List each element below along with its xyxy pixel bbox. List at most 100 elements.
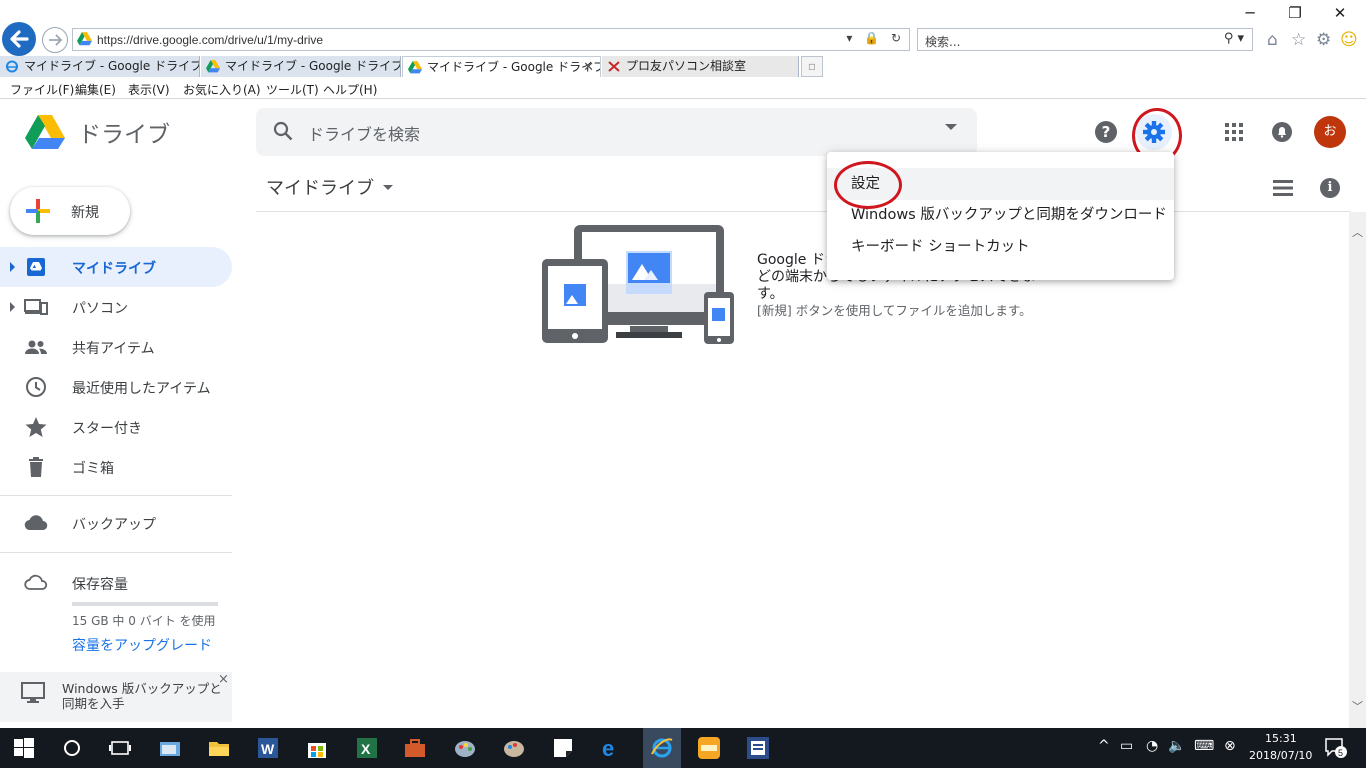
explorer-folder-blue-icon[interactable]	[158, 736, 182, 760]
menu-item-keyboard-shortcuts[interactable]: キーボード ショートカット	[827, 231, 1174, 263]
plus-icon	[26, 199, 50, 223]
nav-my-drive[interactable]: マイドライブ	[0, 247, 232, 287]
clock-time[interactable]: 15:31	[1265, 732, 1297, 745]
menu-view[interactable]: 表示(V)	[128, 81, 170, 98]
nav-trash[interactable]: ゴミ箱	[0, 447, 232, 487]
cross-favicon-icon	[608, 61, 620, 72]
nav-recent[interactable]: 最近使用したアイテム	[0, 367, 232, 407]
app-yellow-icon[interactable]	[697, 736, 721, 760]
promo-close-icon[interactable]: ×	[218, 672, 229, 687]
nav-starred-label: スター付き	[72, 421, 142, 437]
browser-search-placeholder: 検索...	[925, 35, 961, 49]
home-icon[interactable]: ⌂	[1267, 30, 1278, 50]
svg-text:W: W	[261, 741, 275, 757]
minimize-button[interactable]: ─	[1228, 4, 1272, 24]
paint-palette-icon[interactable]	[502, 736, 526, 760]
search-icon[interactable]: ⚲ ▾	[1224, 31, 1244, 46]
address-bar[interactable]: https://drive.google.com/drive/u/1/my-dr…	[72, 28, 910, 51]
tab-4[interactable]: プロ友パソコン相談室	[602, 56, 799, 77]
menu-bar: ファイル(F) 編集(E) 表示(V) お気に入り(A) ツール(T) ヘルプ(…	[0, 79, 1366, 99]
tab-1[interactable]: マイドライブ - Google ドライブ	[0, 56, 200, 77]
menu-tools[interactable]: ツール(T)	[266, 81, 319, 98]
app-title[interactable]: ドライブ	[78, 115, 170, 149]
close-window-button[interactable]: ✕	[1318, 4, 1362, 24]
battery-icon[interactable]: ▭	[1120, 738, 1133, 754]
upgrade-storage-link[interactable]: 容量をアップグレード	[72, 635, 212, 655]
task-view-icon[interactable]	[108, 736, 132, 760]
nav-computers[interactable]: パソコン	[0, 287, 232, 327]
google-drive-logo-icon[interactable]	[25, 114, 65, 150]
new-button[interactable]: 新規	[10, 187, 130, 235]
forward-button[interactable]	[42, 27, 68, 53]
backup-cloud-icon	[24, 515, 48, 531]
help-icon[interactable]: ?	[1095, 121, 1117, 143]
toolbox-icon[interactable]	[403, 736, 427, 760]
smiley-feedback-icon[interactable]: ☺	[1340, 30, 1358, 50]
nav-divider	[0, 552, 232, 553]
tools-gear-icon[interactable]: ⚙	[1316, 30, 1331, 50]
new-button-label: 新規	[71, 205, 99, 221]
account-avatar[interactable]: お	[1314, 116, 1346, 148]
restore-button[interactable]: ❐	[1273, 4, 1317, 24]
browser-search-box[interactable]: 検索... ⚲ ▾	[917, 28, 1253, 51]
tab-close-icon[interactable]: ✕	[583, 57, 594, 77]
cortana-search-icon[interactable]	[60, 736, 84, 760]
word-icon[interactable]: W	[256, 736, 280, 760]
store-bag-icon[interactable]	[305, 736, 329, 760]
notifications-bell-icon[interactable]	[1272, 121, 1292, 143]
drive-search-bar[interactable]: ドライブを検索	[256, 108, 977, 156]
nav-shared[interactable]: 共有アイテム	[0, 327, 232, 367]
sticky-notes-icon[interactable]	[551, 736, 575, 760]
backup-promo-card[interactable]: Windows 版バックアップと同期を入手 ×	[0, 672, 232, 722]
tray-chevron-icon[interactable]: ^	[1098, 738, 1110, 754]
nav-backup[interactable]: バックアップ	[0, 503, 232, 543]
scroll-down-icon[interactable]: ﹀	[1352, 698, 1363, 714]
nav-trash-label: ゴミ箱	[72, 461, 114, 477]
back-button[interactable]	[2, 22, 36, 56]
tab-3-active[interactable]: マイドライブ - Google ドライブ ✕	[402, 56, 601, 77]
list-view-icon[interactable]	[1273, 180, 1293, 196]
nav-starred[interactable]: スター付き	[0, 407, 232, 447]
tab-2[interactable]: マイドライブ - Google ドライブ	[201, 56, 401, 77]
ie-taskbar-active[interactable]	[643, 728, 681, 768]
google-drive-favicon-icon	[408, 61, 422, 74]
clock-date[interactable]: 2018/07/10	[1249, 749, 1312, 762]
menu-file[interactable]: ファイル(F)	[10, 81, 74, 98]
file-explorer-icon[interactable]	[207, 736, 231, 760]
wifi-icon[interactable]: ◔	[1146, 738, 1158, 754]
search-options-dropdown-icon[interactable]	[945, 124, 957, 130]
drive-search-placeholder: ドライブを検索	[308, 125, 421, 144]
menu-help[interactable]: ヘルプ(H)	[323, 81, 377, 98]
breadcrumb-my-drive[interactable]: マイドライブ	[266, 174, 374, 200]
expand-caret-icon[interactable]	[10, 302, 15, 312]
address-bar-icons[interactable]: ▾ 🔒 ↻	[846, 31, 905, 45]
menu-favorites[interactable]: お気に入り(A)	[183, 81, 261, 98]
nav-storage[interactable]: 保存容量	[0, 563, 232, 603]
favorites-star-icon[interactable]: ☆	[1291, 30, 1306, 50]
expand-caret-icon[interactable]	[10, 262, 15, 272]
ime-off-icon[interactable]: ⊗	[1224, 738, 1236, 754]
paint-icon[interactable]	[453, 736, 477, 760]
windows-start-icon[interactable]	[14, 738, 34, 758]
volume-muted-icon[interactable]: 🔈	[1168, 738, 1185, 754]
excel-icon[interactable]: X	[355, 736, 379, 760]
google-drive-favicon-icon	[206, 60, 220, 73]
edge-browser-icon[interactable]: e	[600, 736, 624, 760]
action-center-icon[interactable]: 5	[1325, 738, 1347, 758]
search-icon[interactable]	[272, 120, 294, 142]
browser-chrome: ─ ❐ ✕ https://drive.google.com/drive/u/1…	[0, 0, 1366, 100]
star-icon	[25, 417, 47, 437]
scroll-up-icon[interactable]: ︿	[1352, 224, 1363, 240]
main-header-divider	[256, 211, 1350, 212]
menu-edit[interactable]: 編集(E)	[75, 81, 116, 98]
nav-my-drive-label: マイドライブ	[72, 261, 156, 277]
apps-grid-icon[interactable]	[1224, 122, 1244, 142]
app-blue-icon[interactable]	[746, 736, 770, 760]
details-info-icon[interactable]: i	[1320, 178, 1340, 198]
my-drive-icon	[27, 258, 45, 276]
nav-computers-label: パソコン	[72, 301, 128, 317]
keyboard-icon[interactable]: ⌨	[1194, 738, 1214, 754]
breadcrumb-dropdown-icon[interactable]	[383, 185, 393, 190]
page-scrollbar[interactable]: ︿ ﹀	[1349, 212, 1366, 728]
new-tab-button[interactable]: ▫	[801, 56, 823, 77]
